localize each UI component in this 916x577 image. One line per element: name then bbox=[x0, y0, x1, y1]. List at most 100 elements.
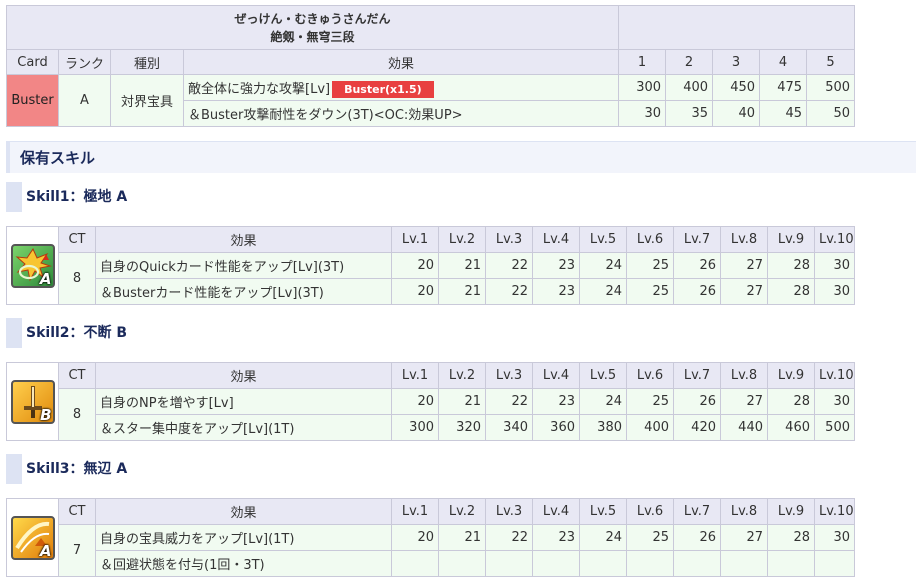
np-header-lv4: 4 bbox=[759, 49, 808, 75]
skill-2-rank: B bbox=[40, 405, 52, 424]
skill-2-effect-2-value: 440 bbox=[720, 414, 768, 441]
skill-3-effect-2-value bbox=[720, 550, 768, 577]
skill-2-effect-2-value: 500 bbox=[814, 414, 855, 441]
skill-2-effect-1-value: 30 bbox=[814, 388, 855, 415]
np-effect-1-value: 300 bbox=[618, 74, 667, 101]
skill-3-effect-1-value: 28 bbox=[767, 524, 815, 551]
skill-2-effect-2-value: 340 bbox=[485, 414, 533, 441]
np-effect-1-value: 450 bbox=[712, 74, 761, 101]
skill-3-effect-2-value bbox=[391, 550, 439, 577]
np-name: 絶剱・無穹三段 bbox=[270, 29, 355, 44]
skill-3-table: A CT 効果 Lv.1 Lv.2 Lv.3 Lv.4 Lv.5 Lv.6 Lv… bbox=[6, 498, 855, 577]
skill-2-header-lv1: Lv.1 bbox=[391, 362, 439, 389]
skill-2-icon-cell: B bbox=[6, 362, 59, 441]
skill-1-header-lv5: Lv.5 bbox=[579, 226, 627, 253]
np-header-lv3: 3 bbox=[712, 49, 761, 75]
np-damage-up-icon: A bbox=[10, 515, 55, 560]
np-header-rank: ランク bbox=[58, 49, 111, 75]
skill-1-effect-2-value: 23 bbox=[532, 278, 580, 305]
np-ruby: ぜっけん・むきゅうさんだん bbox=[234, 11, 391, 26]
skill-1-header-lv3: Lv.3 bbox=[485, 226, 533, 253]
np-header-lv2: 2 bbox=[665, 49, 714, 75]
skill-3-effect-2-value bbox=[532, 550, 580, 577]
np-header-effect: 効果 bbox=[182, 49, 620, 75]
skill-1-header-lv4: Lv.4 bbox=[532, 226, 580, 253]
np-effect-1: 敵全体に強力な攻撃[Lv] Buster(x1.5) bbox=[182, 74, 620, 101]
skills-section-title: 保有スキル bbox=[20, 149, 96, 167]
skill-2-effect-2-value: 360 bbox=[532, 414, 580, 441]
skill-3-header-lv7: Lv.7 bbox=[673, 498, 721, 525]
skill-2-effect-1-value: 26 bbox=[673, 388, 721, 415]
skill-3-effect-1-value: 26 bbox=[673, 524, 721, 551]
skill-1-header-effect: 効果 bbox=[95, 226, 392, 253]
skill-3-effect-2-value bbox=[579, 550, 627, 577]
skill-1-effect-1-value: 30 bbox=[814, 252, 855, 279]
skill-2-effect-1-value: 20 bbox=[391, 388, 439, 415]
skill-1-effect-2: ＆Busterカード性能をアップ[Lv](3T) bbox=[95, 278, 392, 305]
quick-buster-up-icon: A bbox=[10, 243, 55, 288]
np-effect-1-value: 500 bbox=[806, 74, 856, 101]
skill-3-heading: Skill3：無辺 A bbox=[6, 454, 916, 484]
skill-1-effect-1-value: 25 bbox=[626, 252, 674, 279]
np-effect-2-value: 50 bbox=[806, 100, 856, 127]
skill-3-header-lv1: Lv.1 bbox=[391, 498, 439, 525]
skill-1-effect-1-value: 20 bbox=[391, 252, 439, 279]
skill-3-header-lv10: Lv.10 bbox=[814, 498, 855, 525]
skill-1-effect-1-value: 27 bbox=[720, 252, 768, 279]
skill-3-header-lv4: Lv.4 bbox=[532, 498, 580, 525]
skill-3-effect-2-value bbox=[767, 550, 815, 577]
skill-2-header-lv3: Lv.3 bbox=[485, 362, 533, 389]
skill-2-header-lv10: Lv.10 bbox=[814, 362, 855, 389]
skill-2-effect-1-value: 23 bbox=[532, 388, 580, 415]
skill-3-effect-1-value: 21 bbox=[438, 524, 486, 551]
np-effect-2-value: 30 bbox=[618, 100, 667, 127]
np-rank: A bbox=[58, 74, 111, 127]
skill-2-effect-2-value: 460 bbox=[767, 414, 815, 441]
skill-2-header-lv4: Lv.4 bbox=[532, 362, 580, 389]
np-effect-2-value: 35 bbox=[665, 100, 714, 127]
skill-1-effect-2-value: 21 bbox=[438, 278, 486, 305]
np-table: ぜっけん・むきゅうさんだん 絶剱・無穹三段 Card ランク 種別 効果 1 2… bbox=[5, 5, 856, 127]
np-header-lv1: 1 bbox=[618, 49, 667, 75]
skill-2-header-lv7: Lv.7 bbox=[673, 362, 721, 389]
skill-3-effect-1-value: 22 bbox=[485, 524, 533, 551]
skill-1-effect-1-value: 23 bbox=[532, 252, 580, 279]
skill-1-effect-2-value: 25 bbox=[626, 278, 674, 305]
skill-2-header-lv9: Lv.9 bbox=[767, 362, 815, 389]
skill-2-header-lv5: Lv.5 bbox=[579, 362, 627, 389]
skill-1-effect-1-value: 26 bbox=[673, 252, 721, 279]
skill-1-effect-2-value: 20 bbox=[391, 278, 439, 305]
skill-3-header-lv2: Lv.2 bbox=[438, 498, 486, 525]
skill-2-header-lv8: Lv.8 bbox=[720, 362, 768, 389]
skill-1-effect-2-value: 30 bbox=[814, 278, 855, 305]
skill-3-effect-2-value bbox=[438, 550, 486, 577]
skills-section-header: 保有スキル bbox=[6, 141, 916, 173]
skill-1-header-lv10: Lv.10 bbox=[814, 226, 855, 253]
skill-3-effect-1-value: 20 bbox=[391, 524, 439, 551]
np-effect-1-text: 敵全体に強力な攻撃[Lv] bbox=[188, 81, 331, 97]
skill-1-effect-1-value: 24 bbox=[579, 252, 627, 279]
np-effect-1-value: 475 bbox=[759, 74, 808, 101]
skill-3-rank: A bbox=[39, 541, 52, 560]
skill-1-header-lv9: Lv.9 bbox=[767, 226, 815, 253]
skill-1-table: A CT 効果 Lv.1 Lv.2 Lv.3 Lv.4 Lv.5 Lv.6 Lv… bbox=[6, 226, 855, 305]
np-effect-1-value: 400 bbox=[665, 74, 714, 101]
skill-2-header-lv6: Lv.6 bbox=[626, 362, 674, 389]
np-type: 対界宝具 bbox=[110, 74, 184, 127]
np-header-lv5: 5 bbox=[806, 49, 856, 75]
skill-3-effect-1-value: 30 bbox=[814, 524, 855, 551]
skill-1-effect-2-value: 27 bbox=[720, 278, 768, 305]
skill-2-effect-2-value: 380 bbox=[579, 414, 627, 441]
skill-2-effect-1-value: 27 bbox=[720, 388, 768, 415]
skill-3-effect-2-value bbox=[814, 550, 855, 577]
skill-2-effect-1-value: 22 bbox=[485, 388, 533, 415]
skill-3-header-lv6: Lv.6 bbox=[626, 498, 674, 525]
np-header-type: 種別 bbox=[110, 49, 184, 75]
skill-1-effect-1-value: 21 bbox=[438, 252, 486, 279]
skill-1-ct: 8 bbox=[58, 252, 96, 305]
skill-1-effect-2-value: 26 bbox=[673, 278, 721, 305]
skill-3-icon-cell: A bbox=[6, 498, 59, 577]
np-header-card: Card bbox=[6, 49, 59, 75]
skill-2-table: B CT 効果 Lv.1 Lv.2 Lv.3 Lv.4 Lv.5 Lv.6 Lv… bbox=[6, 362, 855, 441]
skill-2-effect-1-value: 24 bbox=[579, 388, 627, 415]
